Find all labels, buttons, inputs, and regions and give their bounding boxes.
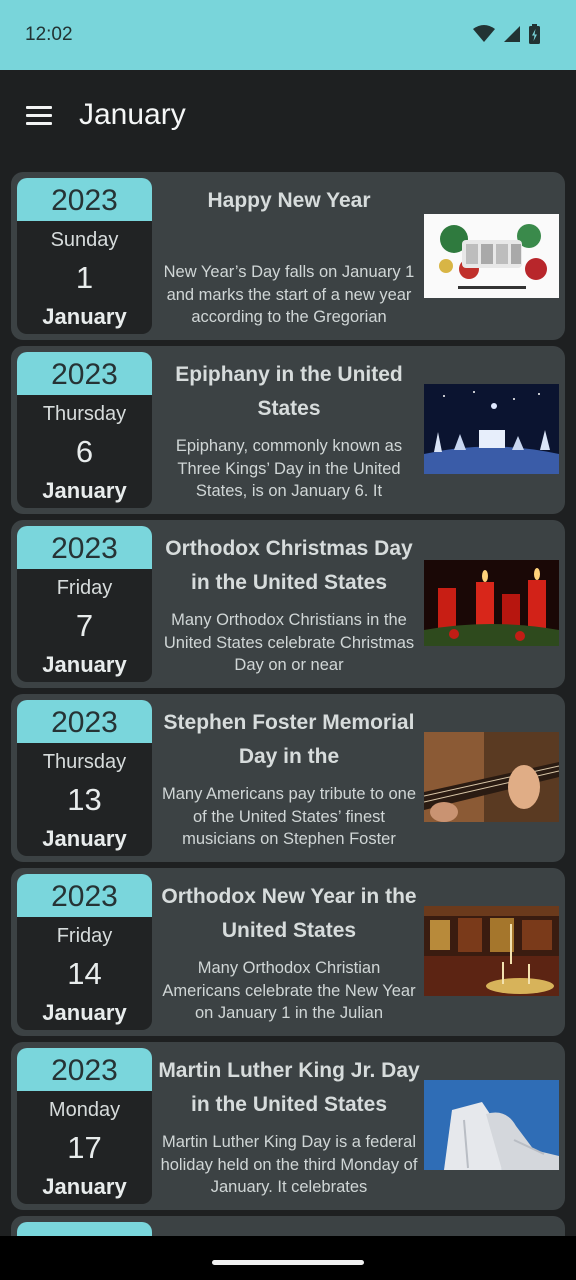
event-title: Stephen Foster Memorial Day in the xyxy=(163,711,415,768)
event-description: Martin Luther King Day is a federal holi… xyxy=(160,1133,418,1196)
date-day: 17 xyxy=(67,1130,102,1165)
home-handle[interactable] xyxy=(212,1260,364,1265)
date-month: January xyxy=(42,826,127,851)
event-card[interactable]: 2023 Monday 17 January Martin Luther Kin… xyxy=(11,1042,565,1210)
date-day: 1 xyxy=(75,260,94,295)
nativity-scene-image xyxy=(424,384,559,474)
date-weekday: Thursday xyxy=(42,751,127,773)
event-title: Orthodox New Year in the United States xyxy=(161,885,417,942)
date-weekday: Friday xyxy=(56,925,113,947)
date-year: 2023 xyxy=(17,874,152,917)
date-month: January xyxy=(42,304,127,329)
date-day: 14 xyxy=(67,956,102,991)
wifi-icon xyxy=(473,25,495,42)
date-badge: 2023 Friday 14 January xyxy=(17,874,152,1030)
hamburger-menu-icon[interactable] xyxy=(22,100,58,132)
event-card[interactable]: 2023 Thursday 6 January Epiphany in the … xyxy=(11,346,565,514)
event-description: Epiphany, commonly known as Three Kings’… xyxy=(175,437,403,500)
date-day: 7 xyxy=(75,608,94,643)
event-title: Martin Luther King Jr. Day in the United… xyxy=(158,1059,420,1116)
church-interior-image xyxy=(424,906,559,996)
event-card[interactable]: 2023 Thursday 13 January Stephen Foster … xyxy=(11,694,565,862)
event-card[interactable]: 2023 Friday 14 January Orthodox New Year… xyxy=(11,868,565,1036)
date-month: January xyxy=(42,478,127,503)
mlk-memorial-image xyxy=(424,1080,559,1170)
date-weekday: Sunday xyxy=(50,229,119,251)
date-badge: 2023 Thursday 6 January xyxy=(17,352,152,508)
status-icons xyxy=(473,24,540,44)
date-weekday: Friday xyxy=(56,577,113,599)
new-year-2022-image xyxy=(424,214,559,298)
date-month: January xyxy=(42,1000,127,1025)
event-card[interactable]: 2023 Friday 7 January Orthodox Christmas… xyxy=(11,520,565,688)
christmas-candles-image xyxy=(424,560,559,646)
date-year: 2023 xyxy=(17,352,152,395)
event-list[interactable]: 2023 Sunday 1 January Happy New Year New… xyxy=(0,172,576,1235)
battery-icon xyxy=(529,24,540,44)
date-month: January xyxy=(42,1174,127,1199)
guitar-image xyxy=(424,732,559,822)
date-weekday: Thursday xyxy=(42,403,127,425)
event-description: Many Orthodox Christians in the United S… xyxy=(163,611,415,674)
event-title: Happy New Year xyxy=(207,189,371,212)
date-badge: 2023 Sunday 1 January xyxy=(17,178,152,334)
date-badge: 2023 Thursday 13 January xyxy=(17,700,152,856)
date-year: 2023 xyxy=(17,700,152,743)
status-bar: 12:02 xyxy=(0,0,576,70)
signal-icon xyxy=(504,26,520,42)
event-title: Orthodox Christmas Day in the United Sta… xyxy=(165,537,413,594)
date-year: 2023 xyxy=(17,1048,152,1091)
date-badge: 2023 Monday 17 January xyxy=(17,1048,152,1204)
event-description: Many Americans pay tribute to one of the… xyxy=(161,785,417,848)
date-day: 13 xyxy=(67,782,102,817)
navigation-bar xyxy=(0,1236,576,1280)
event-description: Many Orthodox Christian Americans celebr… xyxy=(162,959,416,1022)
event-title: Epiphany in the United States xyxy=(175,363,403,420)
date-year: 2023 xyxy=(17,526,152,569)
date-weekday: Monday xyxy=(48,1099,121,1121)
status-time: 12:02 xyxy=(25,24,73,45)
date-day: 6 xyxy=(75,434,94,469)
date-badge: 2023 Friday 7 January xyxy=(17,526,152,682)
page-title: January xyxy=(79,98,186,131)
event-description: New Year’s Day falls on January 1 and ma… xyxy=(163,263,415,326)
date-month: January xyxy=(42,652,127,677)
event-card[interactable]: 2023 Sunday 1 January Happy New Year New… xyxy=(11,172,565,340)
date-year: 2023 xyxy=(17,178,152,221)
app-bar: January xyxy=(0,70,576,162)
